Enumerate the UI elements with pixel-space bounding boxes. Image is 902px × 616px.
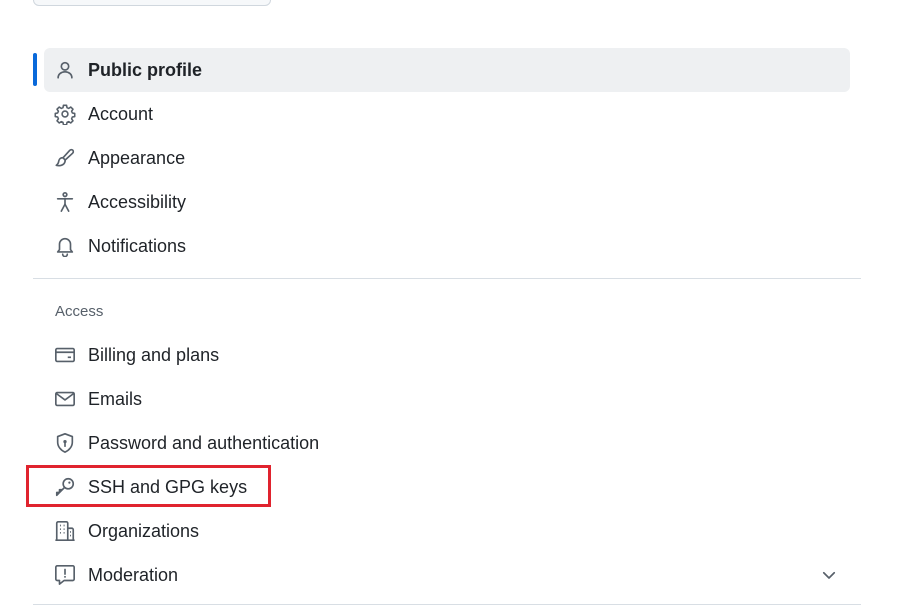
- credit-card-icon: [54, 344, 76, 366]
- paintbrush-icon: [54, 147, 76, 169]
- sidebar-item-billing[interactable]: Billing and plans: [44, 333, 850, 377]
- sidebar-item-password-authentication[interactable]: Password and authentication: [44, 421, 850, 465]
- sidebar-item-label: Billing and plans: [88, 344, 220, 365]
- sidebar-item-label: Emails: [88, 388, 143, 409]
- report-icon: [54, 564, 76, 586]
- chevron-down-icon[interactable]: [820, 566, 838, 584]
- sidebar-item-label: SSH and GPG keys: [88, 476, 248, 497]
- sidebar-item-label: Organizations: [88, 520, 200, 541]
- sidebar-item-label: Moderation: [88, 564, 179, 585]
- section-divider: [33, 604, 861, 605]
- accessibility-icon: [54, 191, 76, 213]
- shield-lock-icon: [54, 432, 76, 454]
- access-section-title: Access: [55, 303, 104, 320]
- sidebar-item-account[interactable]: Account: [44, 92, 850, 136]
- sidebar-item-moderation[interactable]: Moderation: [44, 553, 850, 597]
- top-button-stub[interactable]: [33, 0, 271, 6]
- sidebar-item-appearance[interactable]: Appearance: [44, 136, 850, 180]
- bell-icon: [54, 235, 76, 257]
- person-icon: [54, 59, 76, 81]
- active-indicator: [33, 53, 37, 86]
- gear-icon: [54, 103, 76, 125]
- sidebar-item-label: Password and authentication: [88, 432, 320, 453]
- organization-icon: [54, 520, 76, 542]
- sidebar-item-emails[interactable]: Emails: [44, 377, 850, 421]
- sidebar-item-organizations[interactable]: Organizations: [44, 509, 850, 553]
- key-icon: [54, 476, 76, 498]
- sidebar-item-notifications[interactable]: Notifications: [44, 224, 850, 268]
- sidebar-item-public-profile[interactable]: Public profile: [33, 48, 850, 92]
- section-divider: [33, 278, 861, 279]
- sidebar-item-label: Accessibility: [88, 191, 187, 212]
- sidebar-item-ssh-gpg-keys[interactable]: SSH and GPG keys: [44, 465, 850, 509]
- sidebar-item-accessibility[interactable]: Accessibility: [44, 180, 850, 224]
- sidebar-item-label: Account: [88, 103, 154, 124]
- mail-icon: [54, 388, 76, 410]
- sidebar-item-label: Appearance: [88, 147, 186, 168]
- sidebar-item-label: Notifications: [88, 235, 187, 256]
- settings-sidebar-nav: Public profile Account Appearance Access…: [33, 48, 861, 597]
- sidebar-item-label: Public profile: [88, 59, 203, 80]
